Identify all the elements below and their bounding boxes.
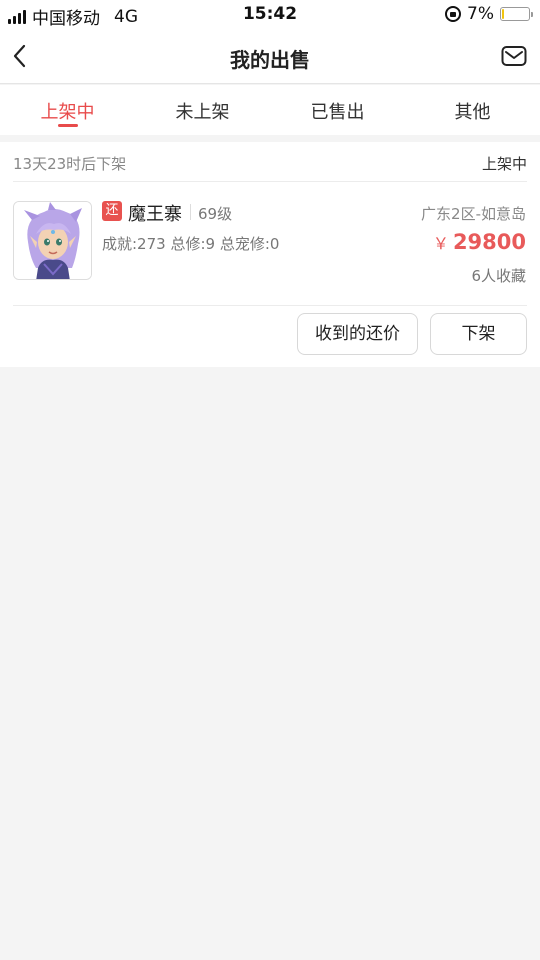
listing-header: 13天23时后下架 上架中 [13, 142, 527, 182]
tab-unlisted[interactable]: 未上架 [135, 85, 270, 135]
currency-symbol: ￥ [432, 234, 449, 253]
battery-percent: 7% [467, 4, 494, 24]
character-avatar [13, 201, 92, 280]
listing-status: 上架中 [481, 155, 527, 173]
character-portrait-image [14, 202, 91, 279]
battery-level [502, 9, 505, 19]
tab-label: 上架中 [40, 102, 95, 123]
tab-listed[interactable]: 上架中 [0, 85, 135, 135]
messages-button[interactable] [500, 42, 528, 70]
price: ￥ 29800 [433, 230, 526, 254]
status-right: 7% [445, 4, 533, 24]
nav-bar: 我的出售 [0, 28, 540, 84]
character-level: 69级 [198, 205, 233, 223]
price-value: 29800 [452, 230, 526, 254]
tab-other[interactable]: 其他 [405, 85, 540, 135]
mail-icon [501, 46, 527, 66]
rotation-lock-icon [445, 6, 462, 22]
battery-icon [500, 7, 533, 21]
delist-button[interactable]: 下架 [430, 313, 527, 355]
listing-card[interactable]: 13天23时后下架 上架中 还 魔王寨 69级 成就:273 总修:9 总宠修:… [0, 142, 540, 367]
tab-active-indicator [57, 124, 78, 127]
tab-sold[interactable]: 已售出 [270, 85, 405, 135]
delist-countdown: 13天23时后下架 [13, 155, 127, 173]
character-class: 魔王寨 [128, 204, 182, 225]
character-stats: 成就:273 总修:9 总宠修:0 [102, 235, 280, 253]
server-name: 广东2区-如意岛 [421, 205, 526, 223]
tab-label: 未上架 [175, 102, 230, 123]
tab-bar: 上架中 未上架 已售出 其他 [0, 85, 540, 135]
name-divider [190, 204, 191, 220]
tab-label: 已售出 [310, 102, 365, 123]
received-offers-button[interactable]: 收到的还价 [297, 313, 418, 355]
card-divider [13, 305, 527, 306]
counter-offer-tag: 还 [102, 201, 122, 221]
favorites-count: 6人收藏 [471, 267, 526, 285]
status-bar: 中国移动 4G 15:42 7% [0, 0, 540, 29]
page-title: 我的出售 [230, 48, 310, 72]
tab-label: 其他 [454, 102, 491, 123]
